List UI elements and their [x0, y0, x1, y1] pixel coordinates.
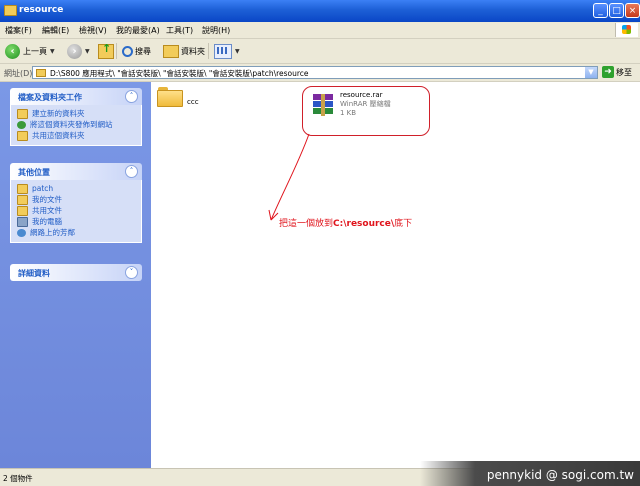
panel-header[interactable]: 其他位置 ˄ — [10, 163, 142, 180]
title-bar: resource _ □ × — [0, 0, 640, 22]
place-my-computer[interactable]: 我的電腦 — [11, 216, 141, 227]
task-label: 將這個資料夾發佈到網站 — [30, 120, 113, 129]
other-places-panel: 其他位置 ˄ patch 我的文件 共用文件 我的電腦 網路上的芳鄰 — [10, 163, 142, 243]
folders-label: 資料夾 — [181, 46, 205, 56]
documents-icon — [17, 194, 28, 205]
task-share-folder[interactable]: 共用這個資料夾 — [11, 130, 141, 141]
place-label: 共用文件 — [32, 206, 62, 215]
toolbar: ‹ 上一頁 ▼ › ▼ 搜尋 資料夾 ▼ — [0, 39, 640, 64]
window-title: resource — [19, 5, 64, 15]
watermark-text: pennykid @ sogi.com.tw — [486, 468, 634, 482]
forward-icon: › — [67, 43, 82, 59]
chevron-down-icon: ▼ — [235, 47, 240, 55]
task-label: 建立新的資料夾 — [32, 109, 85, 118]
folder-icon — [17, 183, 28, 194]
folder-icon — [36, 69, 46, 77]
back-label: 上一頁 — [23, 46, 47, 56]
menu-tools[interactable]: 工具(T) — [166, 25, 193, 36]
menu-view[interactable]: 檢視(V) — [79, 25, 107, 36]
back-icon: ‹ — [5, 43, 20, 59]
folders-button[interactable]: 資料夾 — [163, 42, 205, 60]
note-prefix: 把這一個放到 — [279, 219, 334, 229]
panel-title: 詳細資料 — [18, 269, 50, 278]
menu-help[interactable]: 說明(H) — [202, 25, 230, 36]
note-suffix: 底下 — [394, 219, 413, 229]
maximize-button[interactable]: □ — [609, 3, 624, 18]
panel-title: 其他位置 — [18, 168, 50, 177]
place-label: 網路上的芳鄰 — [30, 228, 75, 237]
go-label: 移至 — [616, 67, 632, 77]
collapse-icon[interactable]: ˄ — [125, 165, 138, 178]
place-patch[interactable]: patch — [11, 183, 141, 194]
annotation-arrow — [268, 133, 310, 221]
menu-edit[interactable]: 編輯(E) — [42, 25, 69, 36]
panel-title: 檔案及資料夾工作 — [18, 93, 82, 102]
panel-body: 建立新的資料夾 將這個資料夾發佈到網站 共用這個資料夾 — [10, 105, 142, 146]
new-folder-icon — [17, 108, 28, 119]
folder-icon — [163, 44, 179, 58]
forward-button[interactable]: › ▼ — [67, 42, 90, 60]
go-button[interactable]: ➜ 移至 — [602, 66, 632, 78]
panel-header[interactable]: 檔案及資料夾工作 ˄ — [10, 88, 142, 105]
back-button[interactable]: ‹ 上一頁 ▼ — [5, 42, 55, 60]
shared-documents-icon — [17, 205, 28, 216]
views-button[interactable]: ▼ — [214, 42, 240, 60]
menu-favorites[interactable]: 我的最愛(A) — [116, 25, 160, 36]
file-tasks-panel: 檔案及資料夾工作 ˄ 建立新的資料夾 將這個資料夾發佈到網站 共用這個資料夾 — [10, 88, 142, 146]
menu-file[interactable]: 檔案(F) — [5, 25, 32, 36]
address-path: D:\S800 應用程式\ "會話安裝版\ "會話安裝版\ "會話安裝版\pat… — [50, 69, 309, 78]
place-label: 我的文件 — [32, 195, 62, 204]
watermark: pennykid @ sogi.com.tw — [420, 461, 640, 486]
address-bar: 網址(D) D:\S800 應用程式\ "會話安裝版\ "會話安裝版\ "會話安… — [0, 64, 640, 82]
computer-icon — [17, 216, 28, 227]
minimize-button[interactable]: _ — [593, 3, 608, 18]
go-icon: ➜ — [602, 66, 614, 78]
file-view: ccc resource.rar WinRAR 壓縮檔 1 KB 把這一個放到C… — [151, 82, 640, 468]
folder-icon — [4, 5, 17, 16]
up-folder-icon — [98, 42, 114, 59]
close-button[interactable]: × — [625, 3, 640, 18]
task-new-folder[interactable]: 建立新的資料夾 — [11, 108, 141, 119]
collapse-icon[interactable]: ˄ — [125, 90, 138, 103]
toolbar-divider — [208, 43, 209, 59]
toolbar-divider — [116, 43, 117, 59]
place-shared-documents[interactable]: 共用文件 — [11, 205, 141, 216]
task-label: 共用這個資料夾 — [32, 131, 85, 140]
globe-icon — [17, 120, 26, 129]
task-publish-web[interactable]: 將這個資料夾發佈到網站 — [11, 119, 141, 130]
status-text: 2 個物件 — [3, 474, 33, 483]
network-icon — [17, 228, 26, 237]
task-pane: 檔案及資料夾工作 ˄ 建立新的資料夾 將這個資料夾發佈到網站 共用這個資料夾 其… — [0, 82, 151, 468]
note-path: C:\resource\ — [333, 219, 395, 229]
search-icon — [122, 45, 133, 57]
address-label: 網址(D) — [4, 69, 33, 78]
menu-bar: 檔案(F) 編輯(E) 檢視(V) 我的最愛(A) 工具(T) 說明(H) — [0, 22, 640, 39]
chevron-down-icon: ▼ — [85, 47, 90, 55]
views-icon — [214, 43, 232, 59]
address-dropdown-button[interactable]: ▼ — [585, 67, 597, 78]
up-button[interactable] — [98, 42, 114, 60]
panel-body: patch 我的文件 共用文件 我的電腦 網路上的芳鄰 — [10, 180, 142, 243]
explorer-window: resource _ □ × 檔案(F) 編輯(E) 檢視(V) 我的最愛(A)… — [0, 0, 640, 486]
details-panel: 詳細資料 ˅ — [10, 264, 142, 281]
windows-logo-icon — [615, 23, 638, 37]
annotation-note: 把這一個放到C:\resource\底下 — [279, 216, 412, 229]
expand-icon[interactable]: ˅ — [125, 266, 138, 279]
place-label: 我的電腦 — [32, 217, 62, 226]
place-label: patch — [32, 184, 54, 193]
address-input[interactable]: D:\S800 應用程式\ "會話安裝版\ "會話安裝版\ "會話安裝版\pat… — [32, 66, 598, 79]
place-my-documents[interactable]: 我的文件 — [11, 194, 141, 205]
chevron-down-icon: ▼ — [50, 47, 55, 55]
search-button[interactable]: 搜尋 — [122, 42, 151, 60]
share-folder-icon — [17, 130, 28, 141]
status-bar: 2 個物件 pennykid @ sogi.com.tw — [0, 461, 640, 486]
search-label: 搜尋 — [135, 46, 151, 56]
panel-header[interactable]: 詳細資料 ˅ — [10, 264, 142, 281]
place-network[interactable]: 網路上的芳鄰 — [11, 227, 141, 238]
